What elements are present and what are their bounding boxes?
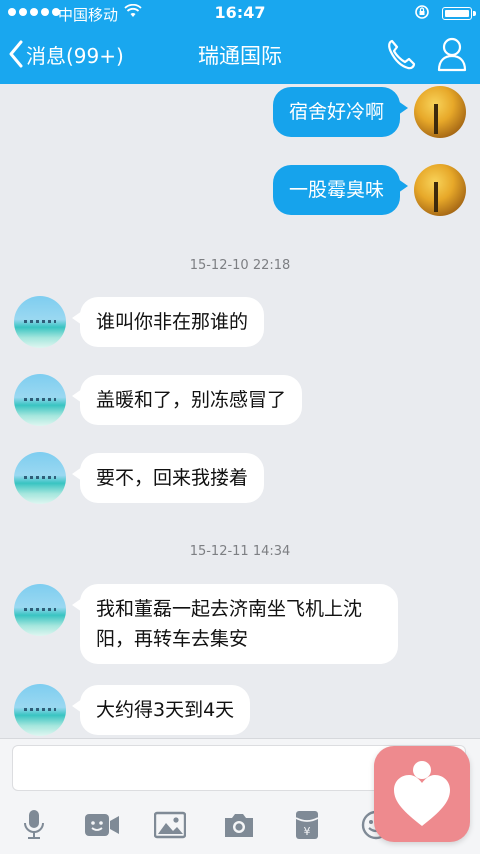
video-icon[interactable] xyxy=(84,807,120,843)
camera-icon[interactable] xyxy=(221,807,257,843)
timestamp: 15-12-10 22:18 xyxy=(189,258,291,273)
message-bubble-incoming[interactable]: 谁叫你非在那谁的 xyxy=(71,297,265,347)
phone-icon xyxy=(388,39,416,70)
friend-avatar[interactable] xyxy=(14,684,66,736)
friend-avatar[interactable] xyxy=(14,584,66,636)
battery-icon xyxy=(442,7,476,20)
status-bar: 中国移动 16:47 xyxy=(0,0,480,26)
message-bubble-incoming[interactable]: 盖暖和了，别冻感冒了 xyxy=(71,375,303,425)
image-icon[interactable] xyxy=(152,807,188,843)
my-avatar[interactable] xyxy=(414,164,466,216)
timestamp: 15-12-11 14:34 xyxy=(189,544,291,559)
phone-call-button[interactable] xyxy=(386,38,416,74)
rotation-lock-icon xyxy=(414,4,430,24)
friend-avatar[interactable] xyxy=(14,296,66,348)
message-bubble-outgoing[interactable]: 宿舍好冷啊 xyxy=(272,87,409,137)
message-bubble-incoming[interactable]: 要不，回来我搂着 xyxy=(71,453,265,503)
profile-button[interactable] xyxy=(436,36,468,76)
heart-person-icon xyxy=(394,761,450,826)
message-bubble-incoming[interactable]: 大约得3天到4天 xyxy=(71,685,251,735)
friend-avatar[interactable] xyxy=(14,452,66,504)
message-bubble-outgoing[interactable]: 一股霉臭味 xyxy=(272,165,409,215)
chat-area[interactable]: 宿舍好冷啊 一股霉臭味 15-12-10 22:18 谁叫你非在那谁的 盖暖和了… xyxy=(0,84,480,744)
microphone-icon[interactable] xyxy=(16,807,52,843)
person-icon xyxy=(437,37,467,72)
red-packet-icon[interactable]: ¥ xyxy=(289,807,325,843)
svg-text:¥: ¥ xyxy=(304,825,311,838)
top-bar: 中国移动 16:47 消息(99+) 瑞通国际 xyxy=(0,0,480,84)
status-time: 16:47 xyxy=(214,3,266,22)
nav-bar: 消息(99+) 瑞通国际 xyxy=(0,26,480,84)
my-avatar[interactable] xyxy=(414,86,466,138)
friend-avatar[interactable] xyxy=(14,374,66,426)
floating-app-shortcut[interactable] xyxy=(374,746,470,842)
message-bubble-incoming[interactable]: 我和董磊一起去济南坐飞机上沈阳，再转车去集安 xyxy=(72,584,398,664)
